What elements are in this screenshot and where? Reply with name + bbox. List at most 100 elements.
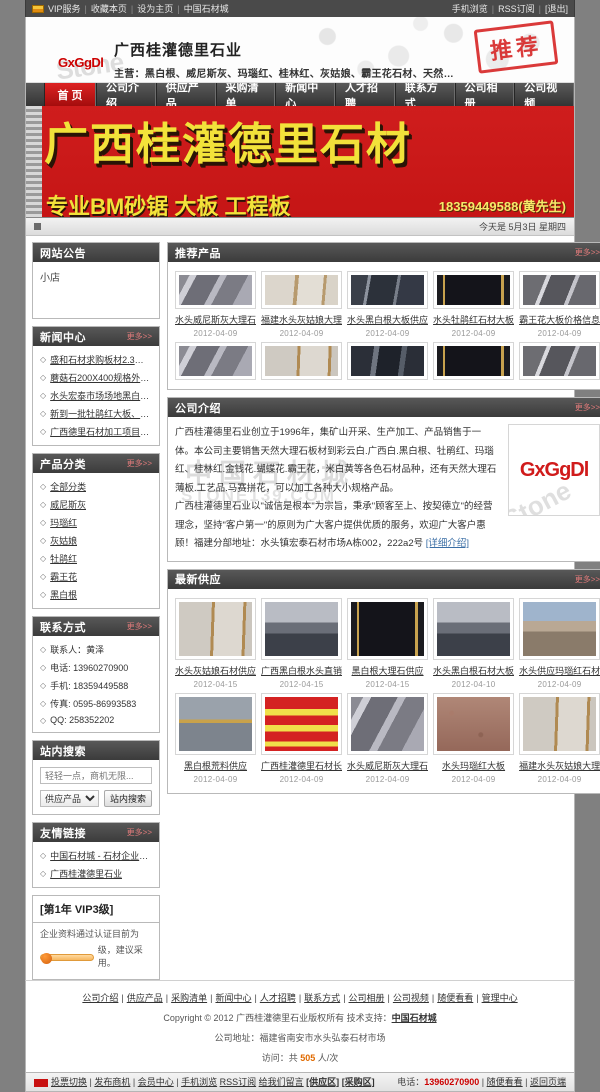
more-link[interactable]: 更多>> xyxy=(127,458,152,469)
product-name[interactable]: 黑白根大理石供应 xyxy=(347,664,428,677)
product-card[interactable]: 福建水头灰姑娘大理 2012-04-09 xyxy=(261,271,343,338)
product-card[interactable]: 水头黑白根石材大板 2012-04-10 xyxy=(433,597,515,689)
product-card[interactable] xyxy=(175,342,257,380)
footer-link-album[interactable]: 公司相册 xyxy=(349,993,385,1003)
product-name[interactable]: 福建水头灰姑娘大理 xyxy=(519,759,600,772)
product-thumbnail[interactable] xyxy=(175,342,257,380)
more-link[interactable]: 更多>> xyxy=(575,247,600,258)
product-thumbnail[interactable] xyxy=(347,692,429,755)
footer-link-company-intro[interactable]: 公司介绍 xyxy=(82,993,118,1003)
product-card[interactable]: 水头灰姑娘石材供应 2012-04-15 xyxy=(175,597,257,689)
nav-item-supply-products[interactable]: 供应产品 xyxy=(155,82,216,110)
footer-link-contact[interactable]: 联系方式 xyxy=(304,993,340,1003)
product-name[interactable]: 霸王花大板价格信息 xyxy=(519,313,600,326)
footbar-link-back-to-top[interactable]: 返回页端 xyxy=(530,1077,566,1087)
product-thumbnail[interactable] xyxy=(519,692,600,755)
product-thumbnail[interactable] xyxy=(347,342,429,380)
product-card[interactable]: 水头威尼斯灰大理石 2012-04-09 xyxy=(175,271,257,338)
product-card[interactable] xyxy=(261,342,343,380)
product-thumbnail[interactable] xyxy=(433,692,515,755)
mobile-browse-link[interactable]: 手机浏览 xyxy=(452,2,488,15)
product-card[interactable] xyxy=(433,342,515,380)
product-card[interactable]: 水头牡鹃红石材大板 2012-04-09 xyxy=(433,271,515,338)
product-card[interactable] xyxy=(519,342,600,380)
product-name[interactable]: 广西桂灌德里石材长 xyxy=(261,759,342,772)
category-link[interactable]: 灰姑娘 xyxy=(50,534,77,547)
product-card[interactable]: 福建水头灰姑娘大理 2012-04-09 xyxy=(519,692,600,784)
product-name[interactable]: 水头黑白根石材大板 xyxy=(433,664,514,677)
tech-support-link[interactable]: 中国石材城 xyxy=(392,1013,437,1023)
product-name[interactable]: 水头威尼斯灰大理石 xyxy=(347,759,428,772)
friendly-link[interactable]: 中国石材城 - 石材企业门户 xyxy=(50,849,152,862)
search-input[interactable] xyxy=(40,767,152,784)
product-card[interactable]: 霸王花大板价格信息 2012-04-09 xyxy=(519,271,600,338)
footbar-link-vote[interactable]: 投票切换 xyxy=(51,1077,87,1087)
footbar-link-member[interactable]: 会员中心 xyxy=(138,1077,174,1087)
category-link[interactable]: 玛瑙红 xyxy=(50,516,77,529)
product-name[interactable]: 水头黑白根大板供应 xyxy=(347,313,428,326)
news-link[interactable]: 水头宏泰市场场地黑白根现场 xyxy=(50,389,152,402)
nav-item-company-intro[interactable]: 公司介绍 xyxy=(96,82,156,110)
product-thumbnail[interactable] xyxy=(261,692,343,755)
product-name[interactable]: 水头灰姑娘石材供应 xyxy=(175,664,256,677)
product-name[interactable]: 水头牡鹃红石材大板 xyxy=(433,313,514,326)
product-name[interactable]: 水头供应玛瑙红石材 xyxy=(519,664,600,677)
search-scope-select[interactable]: 供应产品 xyxy=(40,790,99,807)
more-link[interactable]: 更多>> xyxy=(127,331,152,342)
product-thumbnail[interactable] xyxy=(175,597,257,660)
product-card[interactable] xyxy=(347,342,429,380)
nav-item-contact[interactable]: 联系方式 xyxy=(394,82,455,110)
product-thumbnail[interactable] xyxy=(519,597,600,660)
product-thumbnail[interactable] xyxy=(261,597,343,660)
nav-item-video[interactable]: 公司视频 xyxy=(514,82,574,110)
product-thumbnail[interactable] xyxy=(433,597,515,660)
category-link[interactable]: 威尼斯灰 xyxy=(50,498,86,511)
rss-link[interactable]: RSS订阅 xyxy=(498,2,535,15)
news-link[interactable]: 广西德里石材加工项目签户星 xyxy=(50,425,152,438)
category-link[interactable]: 黑白根 xyxy=(50,588,77,601)
product-card[interactable]: 水头威尼斯灰大理石 2012-04-09 xyxy=(347,692,429,784)
product-name[interactable]: 黑白根荒料供应 xyxy=(175,759,256,772)
product-name[interactable]: 广西黑白根水头直销 xyxy=(261,664,342,677)
news-link[interactable]: 盛和石材求购板材2.3的毛 xyxy=(50,353,152,366)
product-card[interactable]: 广西黑白根水头直销 2012-04-15 xyxy=(261,597,343,689)
product-card[interactable]: 广西桂灌德里石材长 2012-04-09 xyxy=(261,692,343,784)
product-thumbnail[interactable] xyxy=(519,342,600,380)
category-link[interactable]: 全部分类 xyxy=(50,480,86,493)
product-thumbnail[interactable] xyxy=(261,271,343,309)
footer-link-admin[interactable]: 管理中心 xyxy=(482,993,518,1003)
footer-link-browse[interactable]: 随便看看 xyxy=(437,993,473,1003)
vip-service-link[interactable]: VIP服务 xyxy=(48,2,81,15)
product-card[interactable]: 黑白根荒料供应 2012-04-09 xyxy=(175,692,257,784)
more-link[interactable]: 更多>> xyxy=(575,402,600,413)
more-link[interactable]: 更多>> xyxy=(575,574,600,585)
product-thumbnail[interactable] xyxy=(519,271,600,309)
product-card[interactable]: 水头黑白根大板供应 2012-04-09 xyxy=(347,271,429,338)
nav-item-home[interactable]: 首 页 xyxy=(44,83,96,106)
footbar-link-message[interactable]: 给我们留言 xyxy=(259,1077,304,1087)
footbar-link-rss[interactable]: RSS订阅 xyxy=(220,1077,257,1087)
product-name[interactable]: 福建水头灰姑娘大理 xyxy=(261,313,342,326)
news-link[interactable]: 新到一批牡鹃红大板、板面优 xyxy=(50,407,152,420)
set-homepage-link[interactable]: 设为主页 xyxy=(137,2,173,15)
product-card[interactable]: 黑白根大理石供应 2012-04-15 xyxy=(347,597,429,689)
product-name[interactable]: 水头威尼斯灰大理石 xyxy=(175,313,256,326)
nav-item-album[interactable]: 公司相册 xyxy=(454,82,515,110)
product-card[interactable]: 水头玛瑙红大板 2012-04-09 xyxy=(433,692,515,784)
footer-link-supply[interactable]: 供应产品 xyxy=(127,993,163,1003)
footbar-link-supply-zone[interactable]: [供应区] xyxy=(306,1077,339,1087)
product-thumbnail[interactable] xyxy=(433,271,515,309)
intro-more-link[interactable]: [详细介绍] xyxy=(426,538,469,549)
logout-link[interactable]: [退出] xyxy=(545,2,568,15)
nav-item-news-center[interactable]: 新闻中心 xyxy=(275,82,335,110)
product-thumbnail[interactable] xyxy=(433,342,515,380)
nav-item-purchase-list[interactable]: 采购清单 xyxy=(215,82,276,110)
product-card[interactable]: 水头供应玛瑙红石材 2012-04-09 xyxy=(519,597,600,689)
search-button[interactable]: 站内搜索 xyxy=(104,790,152,807)
footbar-link-publish[interactable]: 发布商机 xyxy=(94,1077,130,1087)
more-link[interactable]: 更多>> xyxy=(127,621,152,632)
product-thumbnail[interactable] xyxy=(347,271,429,309)
footbar-link-browse[interactable]: 随便看看 xyxy=(487,1077,523,1087)
news-link[interactable]: 蘑菇石200X400规格外理信 xyxy=(50,371,152,384)
product-thumbnail[interactable] xyxy=(175,271,257,309)
